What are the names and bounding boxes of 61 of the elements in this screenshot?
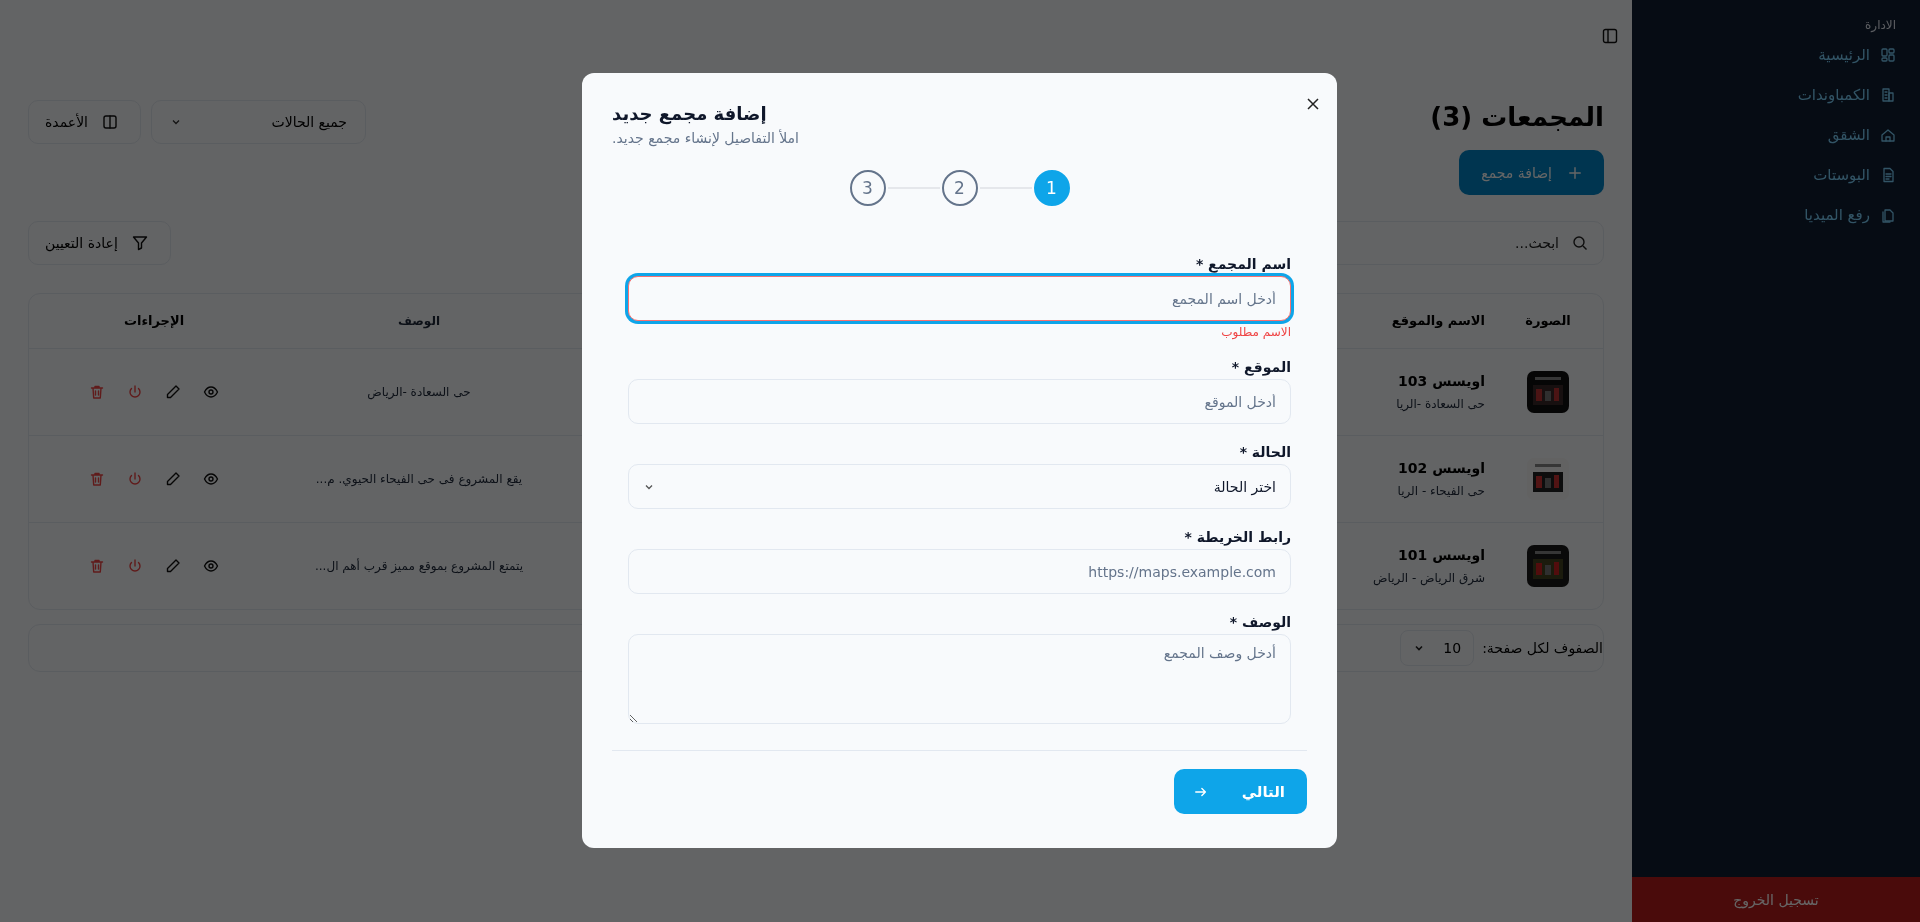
field-label: رابط الخريطة *: [1183, 529, 1291, 545]
field-label: الحالة *: [1238, 444, 1291, 460]
logout-button[interactable]: تسجيل الخروج: [1632, 877, 1920, 922]
compound-name: اويسس 101: [1398, 546, 1485, 563]
column-header: الإجراءات: [123, 313, 185, 329]
columns-button[interactable]: الأعمدة: [28, 100, 141, 144]
view-icon[interactable]: [203, 470, 219, 487]
field-label: الموقع *: [1230, 359, 1291, 375]
compound-location: حى الفيحاء - الريا: [1397, 483, 1485, 498]
edit-icon[interactable]: [165, 557, 181, 574]
plus-icon: [1568, 165, 1582, 180]
sidebar-section-title: الادارة: [1864, 18, 1896, 32]
power-icon[interactable]: [127, 470, 143, 487]
status-select[interactable]: اختر الحالة: [628, 464, 1291, 509]
house-icon: [1880, 127, 1896, 143]
view-icon[interactable]: [203, 557, 219, 574]
search-icon: [1572, 235, 1588, 251]
description-text: حى السعادة -الرياض: [367, 385, 471, 399]
sidebar-item[interactable]: الكمباوندات: [1656, 82, 1896, 108]
filter-icon: [131, 235, 148, 251]
step-indicator: 3: [849, 170, 886, 206]
step-indicator: 2: [941, 170, 978, 206]
page-title: المجمعات (3): [1430, 102, 1604, 132]
power-icon[interactable]: [127, 383, 143, 400]
description-text: يقع المشروع فى حى الفيحاء الحيوي. م...: [315, 472, 523, 486]
sidebar-item[interactable]: الرئيسية: [1656, 42, 1896, 68]
column-header: الصورة: [1525, 313, 1571, 329]
document-icon: [1880, 167, 1896, 183]
grid-icon: [1880, 47, 1896, 63]
view-icon[interactable]: [203, 383, 219, 400]
delete-icon[interactable]: [89, 383, 105, 400]
power-icon[interactable]: [127, 557, 143, 574]
error-message: الاسم مطلوب: [1220, 325, 1291, 339]
delete-icon[interactable]: [89, 470, 105, 487]
rows-per-page-select[interactable]: 10: [1400, 630, 1475, 666]
status-filter-select[interactable]: جميع الحالات: [151, 100, 366, 144]
add-button[interactable]: إضافة مجمع: [1459, 150, 1604, 195]
column-header: الوصف: [398, 314, 440, 329]
step-indicator: 1: [1033, 170, 1070, 206]
reset-button[interactable]: إعادة التعيين: [28, 221, 171, 265]
field-label: الوصف *: [1228, 614, 1291, 630]
sidebar-item[interactable]: رفع الميديا: [1656, 202, 1896, 228]
compound-location: حى السعادة -الريا: [1396, 396, 1485, 411]
files-icon: [1880, 207, 1896, 223]
columns-icon: [102, 114, 118, 130]
dialog-subtitle: املأ التفاصيل لإنشاء مجمع جديد.: [612, 130, 800, 146]
compound-location: شرق الرياض - الرياض: [1373, 570, 1485, 585]
rows-per-page-label: الصفوف لكل صفحة:: [1482, 640, 1603, 656]
compound-name: اويسس 102: [1398, 459, 1485, 476]
sidebar-item[interactable]: الشقق: [1656, 122, 1896, 148]
next-button[interactable]: التالي: [1173, 769, 1307, 814]
text-area[interactable]: أدخل وصف المجمع: [628, 634, 1291, 724]
edit-icon[interactable]: [165, 383, 181, 400]
edit-icon[interactable]: [165, 470, 181, 487]
delete-icon[interactable]: [89, 557, 105, 574]
compound-name: اويسس 103: [1398, 372, 1485, 389]
description-text: يتمتع المشروع بموقع مميز قرب أهم ال...: [315, 559, 523, 574]
dialog-title: إضافة مجمع جديد: [612, 103, 768, 124]
column-header: الاسم والموقع: [1391, 313, 1485, 329]
sidebar-item[interactable]: البوستات: [1656, 162, 1896, 188]
building-icon: [1880, 87, 1896, 103]
